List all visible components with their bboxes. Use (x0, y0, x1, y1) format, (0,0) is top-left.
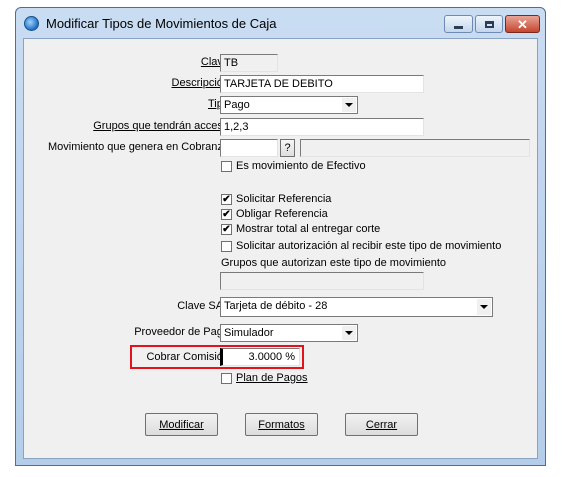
cobrar-comision-field[interactable]: 3.0000 % (220, 348, 300, 366)
app-icon (24, 16, 39, 31)
modificar-button[interactable]: Modificar (145, 413, 218, 436)
check-icon: ✔ (222, 209, 231, 220)
cerrar-button-label: Cerrar (365, 418, 398, 431)
solicitar-referencia-checkbox[interactable]: ✔ (221, 194, 232, 205)
plan-pagos-checkbox[interactable] (221, 373, 232, 384)
grupos-autorizan-field (220, 272, 424, 290)
proveedor-pago-label: Proveedor de Pago (134, 326, 229, 338)
formatos-button[interactable]: Formatos (245, 413, 318, 436)
mostrar-total-label: Mostrar total al entregar corte (236, 223, 381, 235)
tipo-select-value: Pago (224, 99, 250, 111)
dialog-window: Modificar Tipos de Movimientos de Caja ✕… (15, 7, 546, 466)
close-icon: ✕ (517, 16, 528, 32)
solicitar-autorizacion-label: Solicitar autorización al recibir este t… (236, 240, 502, 252)
chevron-down-icon (345, 103, 353, 107)
grupos-autorizan-label: Grupos que autorizan este tipo de movimi… (221, 257, 447, 269)
title-bar[interactable]: Modificar Tipos de Movimientos de Caja ✕ (16, 8, 545, 38)
es-efectivo-checkbox[interactable] (221, 161, 232, 172)
proveedor-pago-select[interactable]: Simulador (220, 324, 358, 342)
movimiento-cobranza-label: Movimiento que genera en Cobranza (47, 141, 229, 153)
solicitar-referencia-label: Solicitar Referencia (236, 193, 332, 205)
clave-sat-dropdown-button[interactable] (477, 299, 491, 315)
es-efectivo-label: Es movimiento de Efectivo (236, 160, 366, 172)
cerrar-button[interactable]: Cerrar (345, 413, 418, 436)
window-title: Modificar Tipos de Movimientos de Caja (46, 16, 277, 31)
form-panel: Clave TB Descripción TARJETA DE DEBITO T… (23, 38, 538, 459)
chevron-down-icon (480, 305, 488, 309)
solicitar-autorizacion-checkbox[interactable] (221, 241, 232, 252)
movimiento-cobranza-field[interactable] (220, 139, 278, 157)
formatos-button-label: Formatos (258, 418, 305, 431)
chevron-down-icon (345, 331, 353, 335)
movimiento-cobranza-description (300, 139, 530, 157)
clave-field[interactable]: TB (220, 54, 278, 72)
minimize-button[interactable] (444, 15, 473, 33)
proveedor-pago-select-value: Simulador (224, 327, 274, 339)
obligar-referencia-checkbox[interactable]: ✔ (221, 209, 232, 220)
tipo-dropdown-button[interactable] (342, 98, 356, 112)
movimiento-lookup-button[interactable]: ? (280, 139, 295, 157)
modificar-button-label: Modificar (159, 418, 204, 431)
maximize-button[interactable] (475, 15, 503, 33)
mostrar-total-checkbox[interactable]: ✔ (221, 224, 232, 235)
maximize-icon (484, 20, 494, 28)
obligar-referencia-label: Obligar Referencia (236, 208, 328, 220)
clave-sat-select-value: Tarjeta de débito - 28 (224, 300, 328, 312)
minimize-icon (454, 25, 463, 29)
check-icon: ✔ (222, 224, 231, 235)
tipo-select[interactable]: Pago (220, 96, 358, 114)
proveedor-dropdown-button[interactable] (342, 326, 356, 340)
grupos-acceso-label: Grupos que tendrán acceso (93, 120, 229, 132)
close-button[interactable]: ✕ (505, 15, 540, 33)
descripcion-field[interactable]: TARJETA DE DEBITO (220, 75, 424, 93)
plan-pagos-label: Plan de Pagos (236, 372, 308, 384)
grupos-acceso-field[interactable]: 1,2,3 (220, 118, 424, 136)
check-icon: ✔ (222, 194, 231, 205)
clave-sat-select[interactable]: Tarjeta de débito - 28 (220, 297, 493, 317)
cobrar-comision-label: Cobrar Comisión (146, 351, 229, 363)
